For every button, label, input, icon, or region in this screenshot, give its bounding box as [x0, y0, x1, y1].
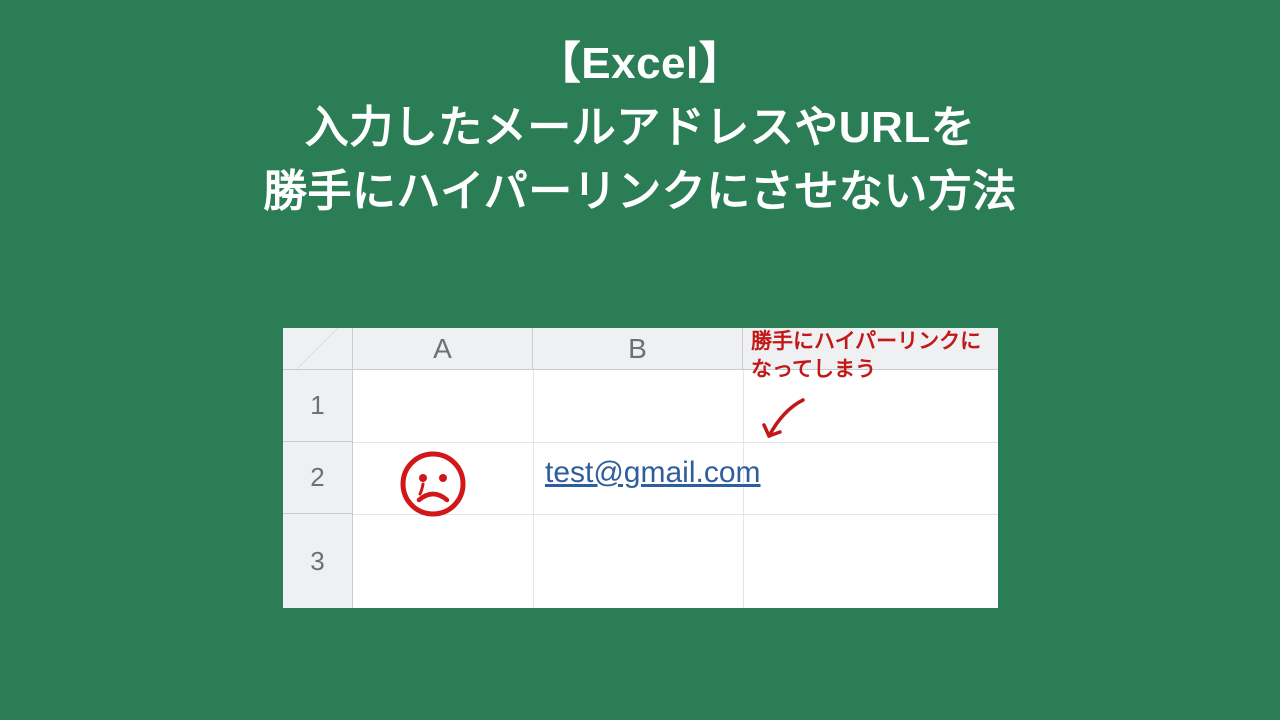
column-header-A: A — [353, 328, 533, 370]
annotation-line-2: なってしまう — [751, 356, 1003, 384]
title-line-1: 【Excel】 — [0, 32, 1280, 96]
annotation-line-1: 勝手にハイパーリンクに — [751, 328, 1003, 356]
gridline — [353, 442, 998, 443]
row-header-3: 3 — [283, 514, 353, 608]
row-header-1: 1 — [283, 370, 353, 442]
curved-arrow-icon — [753, 392, 813, 452]
row-header-2: 2 — [283, 442, 353, 514]
article-title: 【Excel】 入力したメールアドレスやURLを 勝手にハイパーリンクにさせない… — [0, 0, 1280, 223]
title-line-2: 入力したメールアドレスやURLを — [0, 96, 1280, 160]
excel-screenshot-panel: A B 1 2 3 勝手にハイパーリンクに なってしまう test@gmail.… — [283, 328, 998, 608]
gridline — [533, 370, 534, 608]
column-header-B: B — [533, 328, 743, 370]
annotation-text: 勝手にハイパーリンクに なってしまう — [751, 328, 1003, 385]
title-line-3: 勝手にハイパーリンクにさせない方法 — [0, 160, 1280, 224]
sad-face-icon — [397, 448, 469, 520]
select-all-corner — [283, 328, 353, 370]
cell-B2-hyperlink: test@gmail.com — [545, 456, 761, 490]
